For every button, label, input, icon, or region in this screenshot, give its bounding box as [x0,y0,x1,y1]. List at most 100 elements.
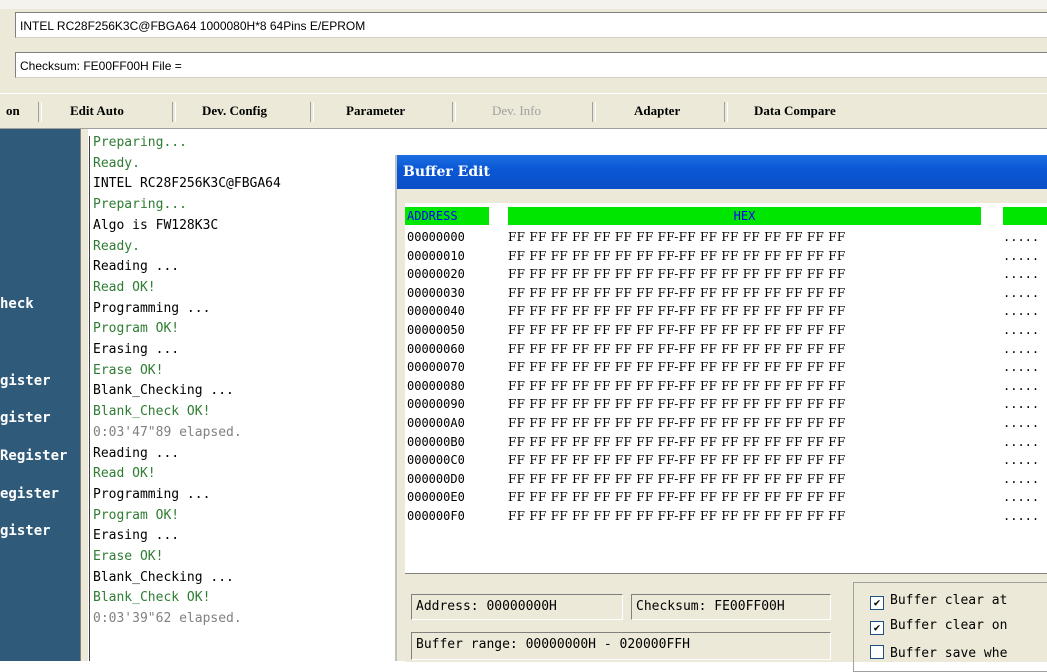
sidebar-item-register-4[interactable]: egister [0,486,59,502]
row-hex-bytes[interactable]: FF FF FF FF FF FF FF FF-FF FF FF FF FF F… [508,265,845,283]
log-line: 0:03'47"89 elapsed. [93,424,242,440]
row-hex-bytes[interactable]: FF FF FF FF FF FF FF FF-FF FF FF FF FF F… [508,377,845,395]
log-line: 0:03'39"62 elapsed. [93,611,242,627]
log-line: Programming ... [93,486,211,502]
row-ascii: ..... [1003,509,1040,523]
log-panel: Preparing... Ready. INTEL RC28F256K3C@FBGA… [89,136,395,661]
row-ascii: ..... [1003,323,1040,337]
buffer-range-display: Buffer range: 00000000H - 020000FFH [411,632,831,660]
row-hex-bytes[interactable]: FF FF FF FF FF FF FF FF-FF FF FF FF FF F… [508,488,845,506]
row-address: 00000000 [407,230,465,244]
row-address: 000000F0 [407,509,465,523]
sidebar-item-check[interactable]: heck [0,296,34,312]
row-address: 000000E0 [407,490,465,505]
option-label: Buffer clear at [890,593,1008,608]
row-address: 000000C0 [407,453,465,468]
row-address: 00000060 [407,341,465,356]
sidebar-item-register-1[interactable]: gister [0,373,51,389]
option-buffer-clear-at[interactable]: ✔ Buffer clear at [870,593,1007,610]
checksum-display: Checksum: FE00FF00H [631,594,831,620]
row-hex-bytes[interactable]: FF FF FF FF FF FF FF FF-FF FF FF FF FF F… [508,284,845,302]
menu-item-dev-config[interactable]: Dev. Config [202,94,267,128]
row-hex-bytes[interactable]: FF FF FF FF FF FF FF FF-FF FF FF FF FF F… [508,507,845,525]
log-line: Erasing ... [93,528,180,544]
address-display: Address: 00000000H [411,594,623,620]
row-hex-bytes[interactable]: FF FF FF FF FF FF FF FF-FF FF FF FF FF F… [508,414,845,432]
row-address: 00000050 [407,323,465,337]
row-address: 00000040 [407,304,465,319]
sidebar-item-register-2[interactable]: gister [0,410,51,426]
row-ascii: ..... [1003,490,1040,505]
row-address: 00000020 [407,267,465,282]
menu-item-on[interactable]: on [6,94,20,128]
row-address: 000000B0 [407,434,465,449]
row-ascii: ..... [1003,341,1040,356]
log-line: Reading ... [93,445,180,461]
log-line: Blank_Check OK! [93,404,211,420]
log-line: Algo is FW128K3C [93,217,219,233]
log-line: Erase OK! [93,549,164,564]
buffer-edit-window: Buffer Edit ADDRESS HEX 00000000 FF FF FF… [395,155,1047,672]
device-info-field: INTEL RC28F256K3C@FBGA64 1000080H*8 64Pi… [15,12,1047,38]
menu-separator [172,102,176,122]
option-buffer-clear-on[interactable]: ✔ Buffer clear on [870,618,1007,635]
sidebar-item-register-5[interactable]: gister [0,523,51,539]
row-hex-bytes[interactable]: FF FF FF FF FF FF FF FF-FF FF FF FF FF F… [508,302,845,320]
checkbox-icon[interactable]: ✔ [870,596,884,610]
menu-item-parameter[interactable]: Parameter [346,94,405,128]
log-line: Preparing... [93,136,187,150]
buffer-edit-title-bar[interactable]: Buffer Edit [397,155,1047,189]
menu-item-dev-info[interactable]: Dev. Info [492,94,541,128]
log-line: Read OK! [93,279,156,295]
row-ascii: ..... [1003,304,1040,319]
log-line: Program OK! [93,321,180,337]
row-address: 00000070 [407,360,465,375]
top-edge [0,0,1047,9]
row-ascii: ..... [1003,453,1040,468]
row-ascii: ..... [1003,360,1040,375]
log-line: Blank_Checking ... [93,383,234,399]
row-hex-bytes[interactable]: FF FF FF FF FF FF FF FF-FF FF FF FF FF F… [508,228,845,246]
row-address: 000000D0 [407,471,465,486]
sidebar-item-register-3[interactable]: Register [0,448,67,464]
log-line: Ready. [93,155,140,171]
menu-separator [724,102,728,122]
log-line: Blank_Checking ... [93,569,234,585]
row-ascii: ..... [1003,378,1040,393]
row-ascii: ..... [1003,248,1040,263]
row-hex-bytes[interactable]: FF FF FF FF FF FF FF FF-FF FF FF FF FF F… [508,395,845,413]
row-hex-bytes[interactable]: FF FF FF FF FF FF FF FF-FF FF FF FF FF F… [508,451,845,469]
hex-header: HEX [508,207,981,225]
ascii-header [1003,207,1047,225]
row-address: 00000090 [407,397,465,412]
menu-item-adapter[interactable]: Adapter [634,94,680,128]
row-address: 00000080 [407,378,465,393]
row-ascii: ..... [1003,285,1040,300]
menu-separator [592,102,596,122]
buffer-info-panel: Address: 00000000H Checksum: FE00FF00H B… [405,573,1047,672]
menu-item-edit-auto[interactable]: Edit Auto [70,94,124,128]
menu-separator [452,102,456,122]
row-hex-bytes[interactable]: FF FF FF FF FF FF FF FF-FF FF FF FF FF F… [508,321,845,339]
hex-view[interactable]: ADDRESS HEX 00000000 FF FF FF FF FF FF FF… [405,203,1047,603]
row-hex-bytes[interactable]: FF FF FF FF FF FF FF FF-FF FF FF FF FF F… [508,433,845,451]
option-buffer-save[interactable]: Buffer save whe [870,645,1007,662]
log-line: Erase OK! [93,362,164,378]
checksum-info-field: Checksum: FE00FF00H File = [15,52,1047,78]
row-ascii: ..... [1003,267,1040,282]
checkbox-icon[interactable] [870,645,884,659]
row-hex-bytes[interactable]: FF FF FF FF FF FF FF FF-FF FF FF FF FF F… [508,358,845,376]
log-line: Preparing... [93,197,187,213]
menu-bar: on Edit Auto Dev. Config Parameter Dev. … [0,93,1047,129]
log-line: Erasing ... [93,342,180,357]
sidebar-splitter[interactable] [80,129,88,661]
row-hex-bytes[interactable]: FF FF FF FF FF FF FF FF-FF FF FF FF FF F… [508,470,845,488]
log-line: Blank_Check OK! [93,590,211,606]
menu-separator [38,102,42,122]
checkbox-icon[interactable]: ✔ [870,621,884,635]
row-hex-bytes[interactable]: FF FF FF FF FF FF FF FF-FF FF FF FF FF F… [508,340,845,358]
menu-item-data-compare[interactable]: Data Compare [754,94,836,128]
address-header: ADDRESS [405,207,489,225]
row-ascii: ..... [1003,471,1040,486]
row-hex-bytes[interactable]: FF FF FF FF FF FF FF FF-FF FF FF FF FF F… [508,247,845,265]
